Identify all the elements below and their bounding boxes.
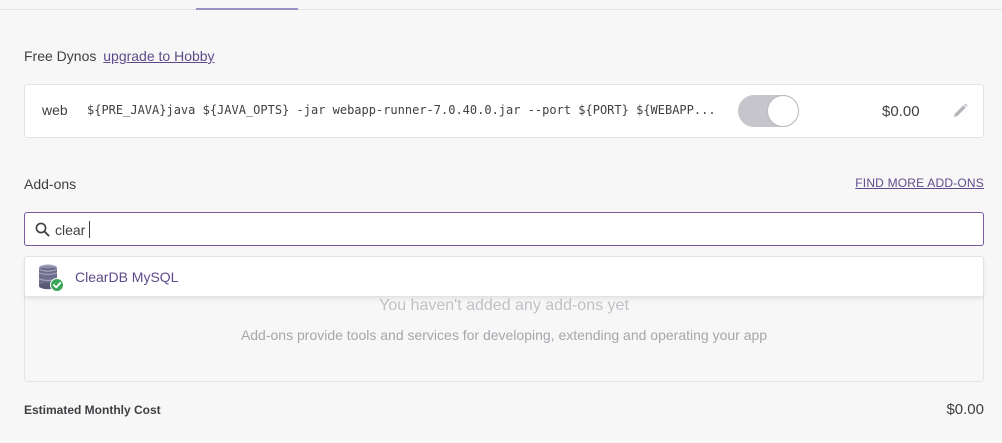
resources-page: Free Dynos upgrade to Hobby web ${PRE_JA…	[0, 0, 1002, 443]
tab-strip-divider	[0, 9, 1002, 10]
text-caret	[89, 221, 90, 238]
toggle-knob[interactable]	[767, 95, 799, 127]
dyno-toggle-switch[interactable]	[738, 95, 799, 127]
dyno-card-web: web ${PRE_JAVA}java ${JAVA_OPTS} -jar we…	[24, 84, 984, 138]
addon-search-box[interactable]	[24, 212, 984, 246]
find-more-addons-link[interactable]: FIND MORE ADD-ONS	[855, 176, 984, 190]
empty-state-title: You haven't added any add-ons yet	[379, 297, 629, 314]
addon-search-input[interactable]	[55, 220, 955, 240]
dyno-command: ${PRE_JAVA}java ${JAVA_OPTS} -jar webapp…	[87, 103, 716, 117]
upgrade-hobby-link[interactable]: upgrade to Hobby	[103, 48, 214, 64]
addons-section-title: Add-ons	[24, 176, 77, 192]
addon-result-name[interactable]: ClearDB MySQL	[75, 269, 178, 285]
dyno-section-title: Free Dynos	[24, 48, 97, 64]
cleardb-database-icon	[38, 264, 64, 292]
addon-search-results: ClearDB MySQL	[24, 256, 984, 297]
estimated-cost-value: $0.00	[946, 401, 984, 418]
estimated-cost-label: Estimated Monthly Cost	[24, 403, 161, 417]
dyno-section-header: Free Dynos upgrade to Hobby	[24, 48, 215, 64]
empty-state-subtitle: Add-ons provide tools and services for d…	[240, 327, 768, 343]
search-icon	[35, 222, 50, 237]
dyno-type-label: web	[42, 102, 68, 118]
active-tab-indicator	[196, 8, 298, 10]
dyno-price: $0.00	[882, 103, 920, 120]
pencil-edit-icon[interactable]	[951, 102, 969, 120]
